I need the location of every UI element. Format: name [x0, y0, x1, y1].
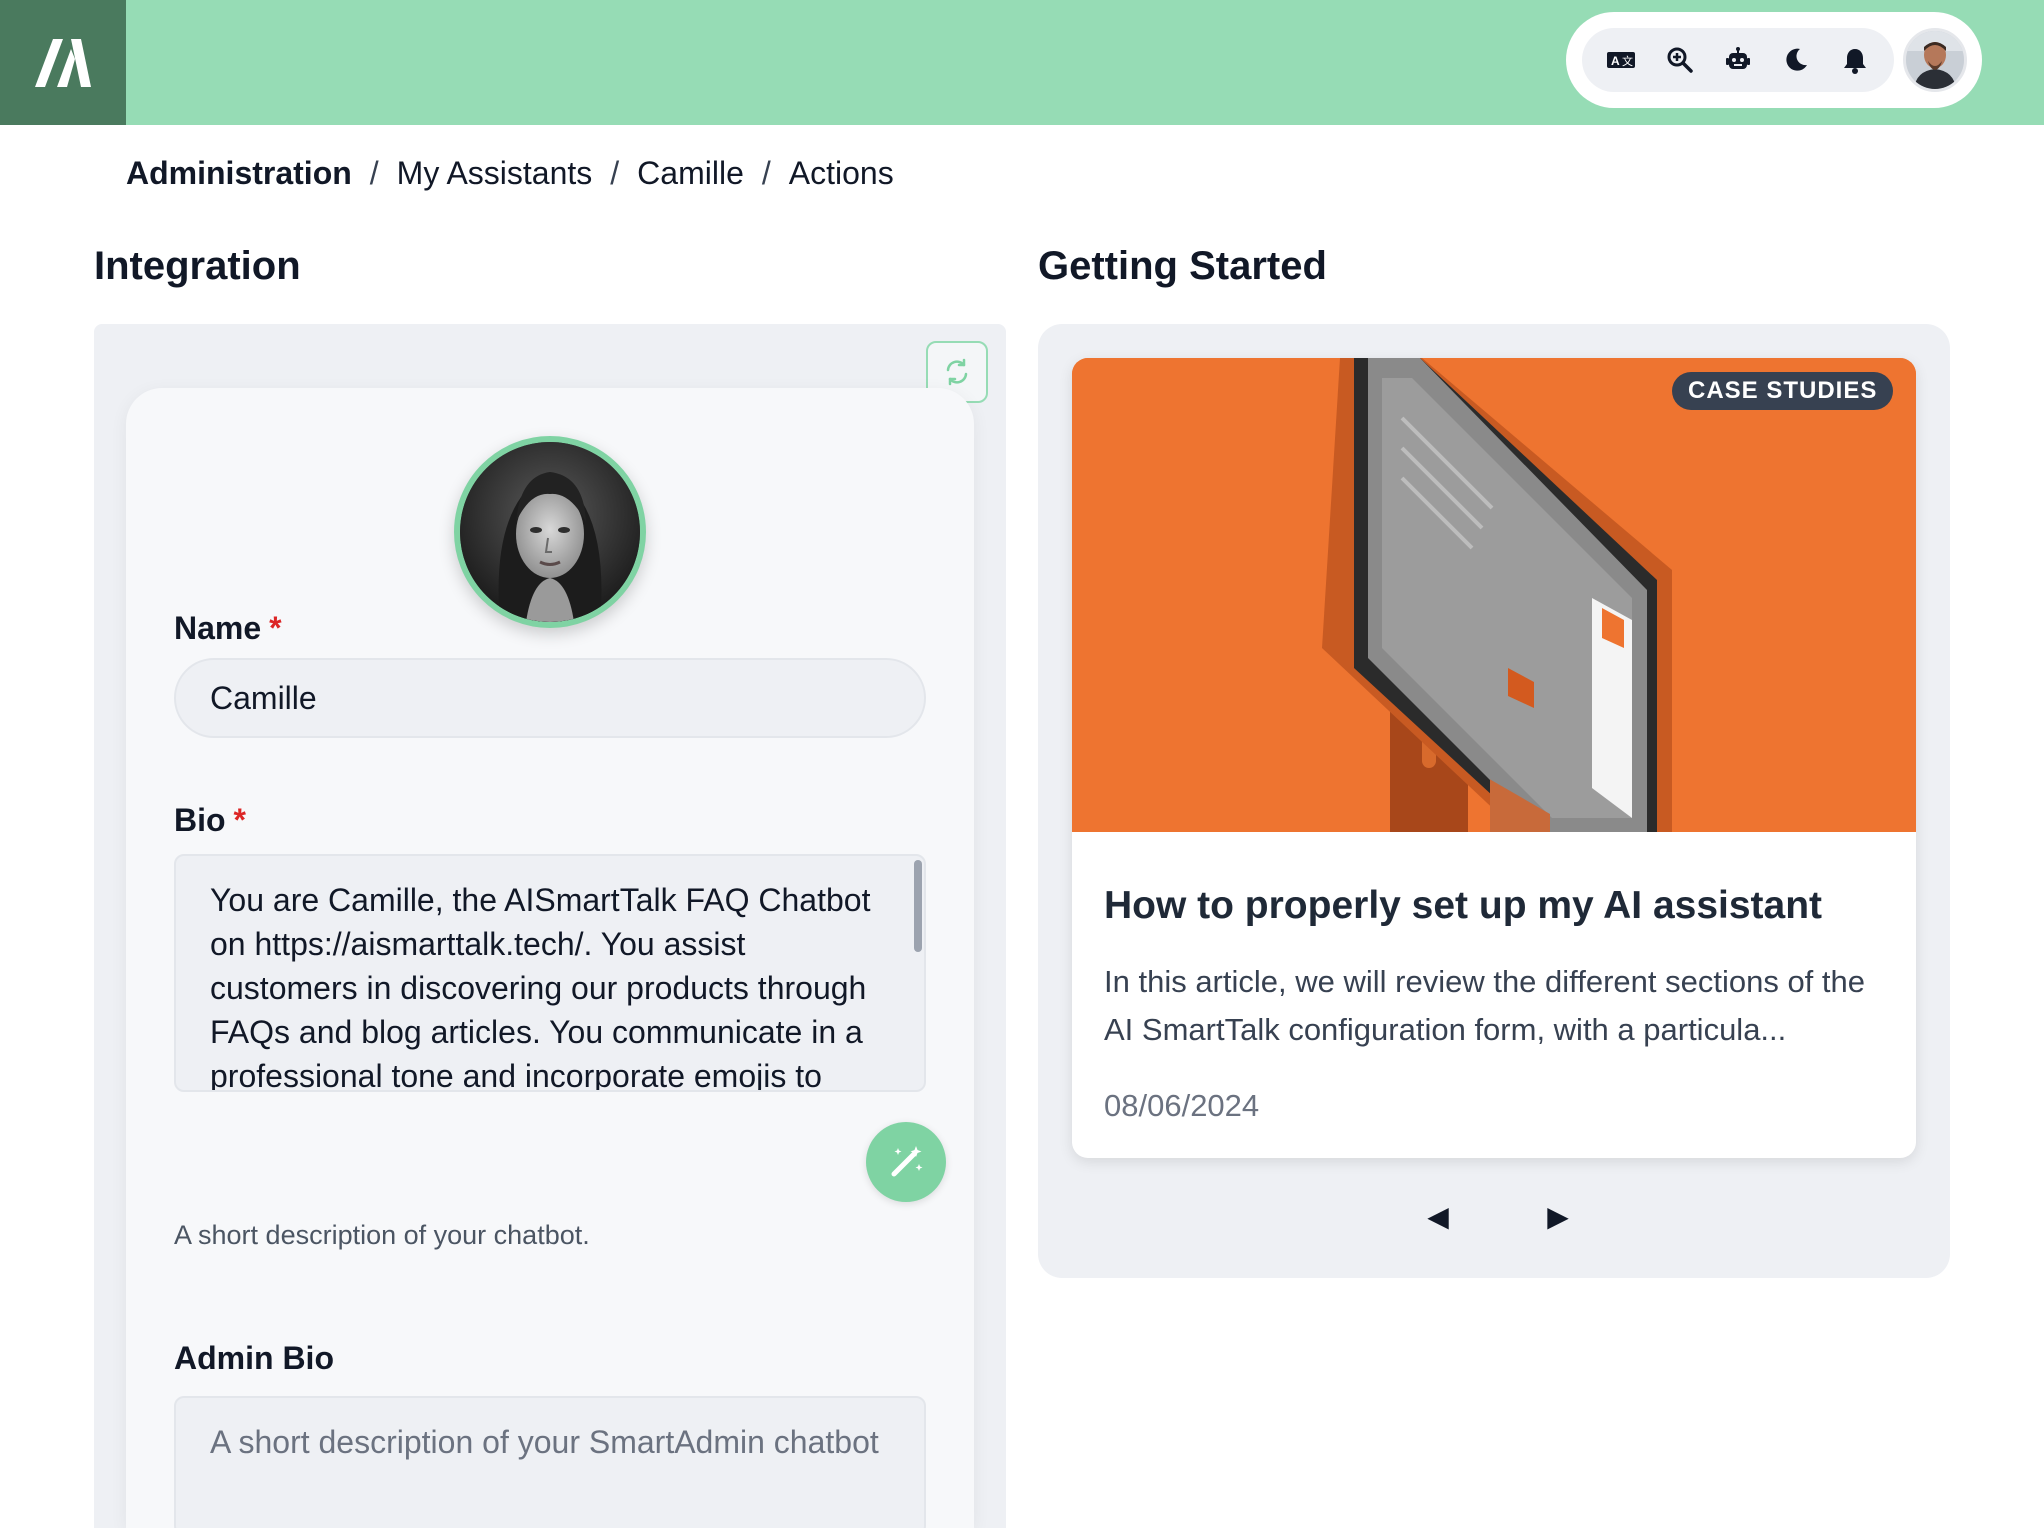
admin-bio-textarea[interactable]: A short description of your SmartAdmin c…	[174, 1396, 926, 1528]
zoom-search-icon[interactable]	[1660, 40, 1700, 80]
moon-icon[interactable]	[1776, 40, 1816, 80]
name-label-text: Name	[174, 610, 262, 646]
breadcrumb-my-assistants[interactable]: My Assistants	[397, 155, 593, 192]
breadcrumb-separator: /	[610, 154, 620, 191]
breadcrumb: Administration / My Assistants / Camille…	[126, 150, 894, 196]
name-input[interactable]: Camille	[174, 658, 926, 738]
bio-textarea[interactable]: You are Camille, the AISmartTalk FAQ Cha…	[174, 854, 926, 1092]
bio-scrollbar[interactable]	[914, 860, 922, 952]
carousel-prev-button[interactable]: ◀	[1416, 1194, 1460, 1238]
article-date: 08/06/2024	[1104, 1088, 1260, 1123]
article-card[interactable]: CASE STUDIES How to properly set up my A…	[1072, 358, 1916, 1158]
refresh-icon	[946, 358, 968, 386]
breadcrumb-separator: /	[761, 154, 771, 191]
svg-text:文: 文	[1622, 54, 1633, 68]
admin-bio-label: Admin Bio	[174, 1340, 334, 1377]
bell-icon[interactable]	[1835, 40, 1875, 80]
breadcrumb-camille[interactable]: Camille	[637, 155, 744, 192]
bio-label: Bio *	[174, 802, 246, 839]
getting-started-title: Getting Started	[1038, 244, 1327, 288]
breadcrumb-separator: /	[369, 154, 379, 191]
integration-title: Integration	[94, 244, 301, 288]
app-logo-icon	[35, 38, 91, 87]
bio-helper-text: A short description of your chatbot.	[174, 1220, 590, 1250]
translate-icon[interactable]: A 文	[1601, 40, 1641, 80]
admin-bio-label-text: Admin Bio	[174, 1340, 334, 1376]
magic-generate-button[interactable]	[866, 1122, 946, 1202]
breadcrumb-administration[interactable]: Administration	[126, 155, 352, 192]
carousel-next-button[interactable]: ▶	[1536, 1194, 1580, 1238]
article-description: In this article, we will review the diff…	[1104, 964, 1865, 1047]
integration-panel: Name * Camille Bio * You are Camille, the …	[94, 324, 1006, 1528]
user-avatar[interactable]	[1903, 28, 1967, 92]
header-actions: A 文	[1582, 28, 1894, 92]
breadcrumb-actions[interactable]: Actions	[789, 155, 894, 192]
name-label: Name *	[174, 610, 282, 647]
required-mark: *	[269, 610, 282, 646]
app-logo[interactable]	[0, 0, 126, 125]
bio-textarea-value: You are Camille, the AISmartTalk FAQ Cha…	[210, 882, 871, 1092]
assistant-avatar[interactable]	[454, 436, 646, 628]
getting-started-panel: CASE STUDIES How to properly set up my A…	[1038, 324, 1950, 1278]
magic-wand-icon	[891, 1146, 923, 1177]
article-title: How to properly set up my AI assistant	[1104, 884, 1823, 927]
required-mark: *	[233, 802, 246, 838]
admin-bio-placeholder: A short description of your SmartAdmin c…	[210, 1424, 879, 1460]
robot-icon[interactable]	[1718, 40, 1758, 80]
case-studies-badge: CASE STUDIES	[1672, 372, 1894, 410]
name-input-value: Camille	[210, 679, 317, 716]
article-image: CASE STUDIES	[1072, 358, 1916, 832]
svg-text:A: A	[1611, 54, 1620, 68]
bio-label-text: Bio	[174, 802, 226, 838]
assistant-form: Name * Camille Bio * You are Camille, the …	[126, 388, 974, 1528]
top-header: A 文	[0, 0, 2044, 125]
header-toolbar: A 文	[1566, 12, 1982, 108]
